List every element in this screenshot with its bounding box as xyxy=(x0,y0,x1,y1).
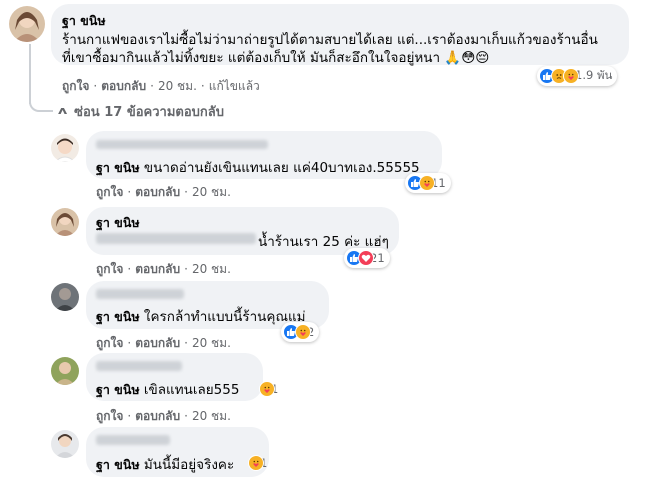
reply-timestamp[interactable]: 20 ชม. xyxy=(192,262,231,276)
reaction-summary[interactable]: 1 xyxy=(246,453,272,473)
mention[interactable]: ฐา ขนิษ xyxy=(96,457,140,472)
like-button[interactable]: ถูกใจ xyxy=(96,262,123,276)
redacted-text xyxy=(96,233,256,244)
reply-actions: ถูกใจ · ตอบกลับ · 20 ชม. xyxy=(96,409,231,423)
comment-text-line2: ที่เขาซื้อมากินแล้วไม่ทิ้งขยะ แต่ต้องเก็… xyxy=(62,46,489,68)
redacted-name xyxy=(96,435,170,445)
avatar[interactable] xyxy=(51,134,79,162)
reply-button[interactable]: ตอบกลับ xyxy=(101,79,146,93)
reply-text: ฐา ขนิษ ใครกล้าทำแบบนี้ร้านคุณแม่ xyxy=(96,305,306,327)
redacted-name xyxy=(96,361,182,371)
reply-timestamp[interactable]: 20 ชม. xyxy=(192,409,231,423)
reaction-summary[interactable]: 21 xyxy=(344,248,390,268)
reply-actions: ถูกใจ · ตอบกลับ · 20 ชม. xyxy=(96,185,231,199)
reply-timestamp[interactable]: 20 ชม. xyxy=(192,336,231,350)
reply-text-body: ใครกล้าทำแบบนี้ร้านคุณแม่ xyxy=(143,309,306,325)
care-icon xyxy=(259,381,275,397)
reply-button[interactable]: ตอบกลับ xyxy=(135,336,180,350)
care-icon xyxy=(248,455,264,471)
reply-actions: ถูกใจ · ตอบกลับ · 20 ชม. xyxy=(96,336,231,350)
reply-text-body: ขนาดอ่านยังเขินแทนเลย แค่40บาทเอง.55555 xyxy=(143,160,420,176)
reply-author[interactable]: ฐา ขนิษ xyxy=(96,213,140,233)
comment-actions: ถูกใจ · ตอบกลับ · 20 ชม. · แก้ไขแล้ว xyxy=(62,79,260,93)
mention[interactable]: ฐา ขนิษ xyxy=(96,160,140,175)
comment-text-body: ที่เขาซื้อมากินแล้วไม่ทิ้งขยะ แต่ต้องเก็… xyxy=(62,50,441,66)
comment-text-emoji: 🙏😳😔 xyxy=(444,50,490,66)
hide-replies-label: ซ่อน 17 ข้อความตอบกลับ xyxy=(74,105,224,120)
love-icon xyxy=(358,250,374,266)
reply-actions: ถูกใจ · ตอบกลับ · 20 ชม. xyxy=(96,262,231,276)
thread-line-main xyxy=(29,44,31,104)
avatar[interactable] xyxy=(51,283,79,311)
avatar[interactable] xyxy=(9,6,45,42)
care-icon xyxy=(563,68,579,84)
mention[interactable]: ฐา ขนิษ xyxy=(96,309,140,324)
reaction-summary[interactable]: 1.9 พัน xyxy=(537,66,618,86)
mention[interactable]: ฐา ขนิษ xyxy=(96,382,140,397)
avatar[interactable] xyxy=(51,208,79,236)
like-button[interactable]: ถูกใจ xyxy=(62,79,89,93)
reply-text: ฐา ขนิษ เขิลแทนเลย555 xyxy=(96,378,239,400)
reaction-summary[interactable]: 2 xyxy=(281,322,320,342)
care-icon xyxy=(295,324,311,340)
like-button[interactable]: ถูกใจ xyxy=(96,409,123,423)
reply-text: ฐา ขนิษ มันนี้มีอยู่จริงคะ xyxy=(96,453,234,475)
reaction-count: 1.9 พัน xyxy=(575,68,613,82)
redacted-name xyxy=(96,289,184,299)
chevron-up-icon: v xyxy=(57,105,68,118)
like-button[interactable]: ถูกใจ xyxy=(96,185,123,199)
comment-timestamp[interactable]: 20 ชม. xyxy=(158,79,197,93)
avatar[interactable] xyxy=(51,357,79,385)
hide-replies-button[interactable]: v ซ่อน 17 ข้อความตอบกลับ xyxy=(57,101,224,122)
like-button[interactable]: ถูกใจ xyxy=(96,336,123,350)
edited-label[interactable]: แก้ไขแล้ว xyxy=(209,79,260,93)
care-icon xyxy=(419,175,435,191)
reply-button[interactable]: ตอบกลับ xyxy=(135,409,180,423)
reply-button[interactable]: ตอบกลับ xyxy=(135,262,180,276)
reaction-summary[interactable]: 1 xyxy=(257,379,283,399)
thread-line-curve xyxy=(29,100,53,112)
reply-text: ฐา ขนิษ ขนาดอ่านยังเขินแทนเลย แค่40บาทเอ… xyxy=(96,156,420,178)
reply-text-body: มันนี้มีอยู่จริงคะ xyxy=(143,457,235,473)
reply-button[interactable]: ตอบกลับ xyxy=(135,185,180,199)
redacted-name xyxy=(96,140,268,149)
reply-timestamp[interactable]: 20 ชม. xyxy=(192,185,231,199)
avatar[interactable] xyxy=(51,430,79,458)
reaction-summary[interactable]: 11 xyxy=(405,173,451,193)
reply-text-body: เขิลแทนเลย555 xyxy=(143,382,240,398)
